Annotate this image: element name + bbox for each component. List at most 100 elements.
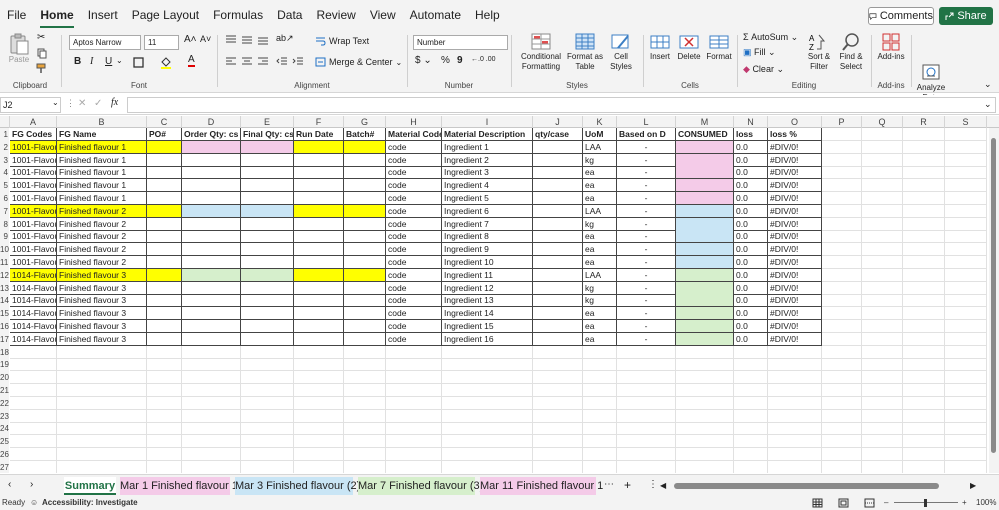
table-cell[interactable]: Ingredient 5 [442, 192, 533, 205]
table-cell[interactable]: Finished flavour 2 [57, 256, 147, 269]
empty-cell[interactable] [386, 345, 442, 359]
collapse-ribbon-icon[interactable]: ⌄ [984, 79, 992, 90]
empty-cell[interactable] [147, 422, 182, 436]
table-cell[interactable]: code [386, 166, 442, 180]
empty-cell[interactable] [617, 422, 676, 436]
table-cell[interactable]: 0.0 [734, 307, 768, 321]
empty-cell[interactable] [57, 460, 147, 473]
empty-cell[interactable] [822, 409, 862, 423]
empty-cell[interactable] [903, 166, 945, 180]
table-cell[interactable]: - [617, 294, 676, 308]
table-cell[interactable]: #DIV/0! [768, 217, 822, 231]
empty-cell[interactable] [903, 371, 945, 385]
empty-cell[interactable] [862, 268, 903, 282]
table-cell[interactable] [147, 294, 182, 308]
empty-cell[interactable] [862, 243, 903, 257]
header-cell[interactable]: FG Name [57, 128, 147, 141]
table-cell[interactable] [344, 281, 386, 295]
table-cell[interactable]: #DIV/0! [768, 294, 822, 308]
wrap-text-button[interactable]: Wrap Text [315, 36, 369, 46]
delete-cells-button[interactable]: Delete [675, 32, 703, 62]
table-cell[interactable]: 0.0 [734, 332, 768, 346]
empty-cell[interactable] [533, 422, 583, 436]
chevron-right-icon[interactable]: › [30, 479, 33, 490]
empty-cell[interactable] [676, 358, 734, 372]
table-cell[interactable] [182, 230, 241, 244]
more-sheets-icon[interactable]: ⋯ [604, 479, 614, 490]
expand-formula-icon[interactable]: ⌄ [984, 99, 992, 110]
table-cell[interactable]: - [617, 307, 676, 321]
table-cell[interactable]: kg [583, 217, 617, 231]
empty-cell[interactable] [768, 460, 822, 473]
empty-cell[interactable] [676, 460, 734, 473]
table-cell[interactable] [182, 243, 241, 257]
table-cell[interactable] [294, 179, 344, 193]
empty-cell[interactable] [862, 460, 903, 473]
table-cell[interactable] [147, 179, 182, 193]
table-cell[interactable]: Finished flavour 2 [57, 204, 147, 218]
table-cell[interactable]: code [386, 256, 442, 269]
header-cell[interactable]: loss % [768, 128, 822, 141]
menu-file[interactable]: File [0, 0, 33, 31]
table-cell[interactable]: Ingredient 2 [442, 153, 533, 167]
table-cell[interactable]: 0.0 [734, 230, 768, 244]
column-header-p[interactable]: P [822, 116, 862, 128]
table-cell[interactable]: 1014-Flavou [10, 320, 57, 333]
sheet-tab-mar-1[interactable]: Mar 1 Finished flavour 1 [120, 477, 238, 495]
row-header[interactable]: 13 [0, 281, 9, 295]
table-cell[interactable] [344, 179, 386, 193]
empty-cell[interactable] [182, 371, 241, 385]
empty-cell[interactable] [768, 409, 822, 423]
empty-cell[interactable] [862, 153, 903, 167]
increase-font-icon[interactable]: A˄ [184, 34, 197, 45]
menu-home[interactable]: Home [33, 0, 80, 31]
empty-cell[interactable] [734, 384, 768, 397]
table-cell[interactable] [533, 179, 583, 193]
percent-icon[interactable]: % [441, 55, 450, 66]
fill-button[interactable]: ▣ Fill ⌄ [743, 47, 776, 58]
empty-cell[interactable] [57, 409, 147, 423]
table-cell[interactable] [344, 192, 386, 205]
scroll-right-icon[interactable]: ▶ [970, 482, 976, 490]
empty-cell[interactable] [945, 332, 987, 346]
empty-cell[interactable] [617, 409, 676, 423]
table-cell[interactable] [182, 281, 241, 295]
empty-cell[interactable] [862, 422, 903, 436]
empty-cell[interactable] [241, 371, 294, 385]
header-cell[interactable]: Material Description [442, 128, 533, 141]
empty-cell[interactable] [768, 384, 822, 397]
empty-cell[interactable] [57, 345, 147, 359]
table-cell[interactable] [147, 192, 182, 205]
table-cell[interactable] [344, 166, 386, 180]
empty-cell[interactable] [10, 422, 57, 436]
empty-cell[interactable] [386, 460, 442, 473]
table-cell[interactable]: #DIV/0! [768, 281, 822, 295]
table-cell[interactable] [533, 320, 583, 333]
fill-color-icon[interactable] [160, 56, 172, 69]
empty-cell[interactable] [147, 371, 182, 385]
scroll-thumb[interactable] [991, 138, 996, 453]
empty-cell[interactable] [442, 448, 533, 461]
table-cell[interactable]: 0.0 [734, 153, 768, 167]
empty-cell[interactable] [822, 448, 862, 461]
empty-cell[interactable] [862, 384, 903, 397]
empty-cell[interactable] [442, 435, 533, 449]
table-cell[interactable]: code [386, 243, 442, 257]
table-cell[interactable]: Finished flavour 2 [57, 230, 147, 244]
empty-cell[interactable] [903, 422, 945, 436]
menu-insert[interactable]: Insert [81, 0, 125, 31]
empty-cell[interactable] [862, 307, 903, 321]
empty-cell[interactable] [182, 396, 241, 410]
row-header[interactable]: 4 [0, 166, 9, 180]
table-cell[interactable] [241, 179, 294, 193]
empty-cell[interactable] [945, 460, 987, 473]
table-cell[interactable]: code [386, 140, 442, 154]
empty-cell[interactable] [768, 371, 822, 385]
empty-cell[interactable] [862, 128, 903, 141]
empty-cell[interactable] [945, 243, 987, 257]
empty-cell[interactable] [903, 320, 945, 333]
table-cell[interactable]: 0.0 [734, 217, 768, 231]
table-cell[interactable] [676, 230, 734, 244]
table-cell[interactable]: code [386, 153, 442, 167]
cancel-icon[interactable]: ✕ [78, 98, 86, 109]
